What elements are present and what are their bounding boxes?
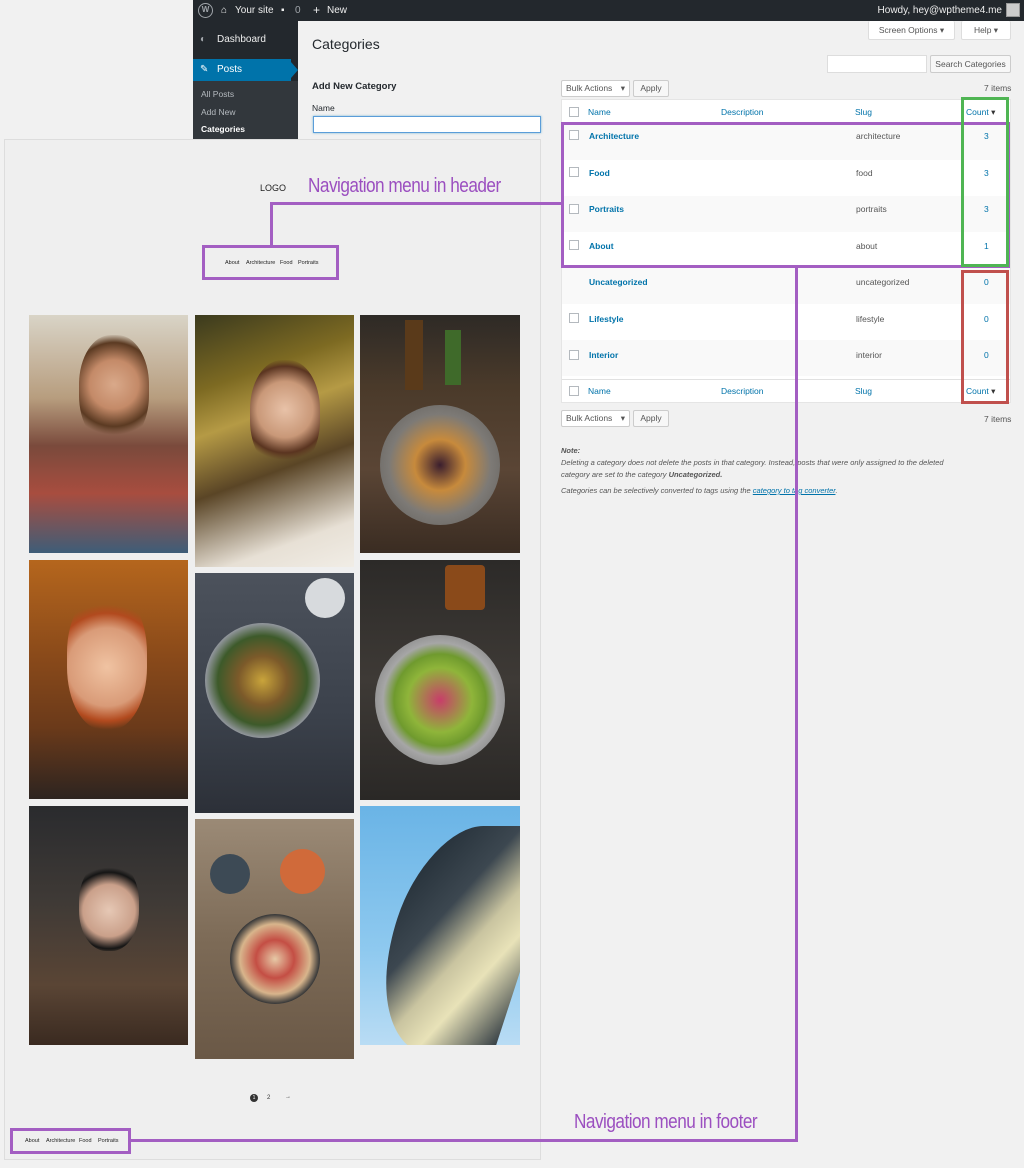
portrait-curly-hair-photo[interactable]: [29, 315, 188, 553]
note-line-2: category are set to the category Uncateg…: [561, 470, 1011, 479]
footer-connector-vertical: [795, 267, 798, 1142]
submenu-all-posts[interactable]: All Posts: [201, 89, 234, 99]
column-name-header[interactable]: Name: [588, 107, 611, 117]
chevron-down-icon: ▾: [620, 413, 625, 423]
admin-sidebar: ◐ Dashboard ✎ Posts All Posts Add New Ca…: [193, 21, 298, 141]
submenu-add-new[interactable]: Add New: [201, 107, 236, 117]
architecture-photo[interactable]: [360, 806, 520, 1045]
pager-current[interactable]: 1: [250, 1094, 258, 1102]
help-label: Help: [973, 25, 992, 35]
category-name[interactable]: Lifestyle: [589, 314, 624, 324]
select-all-checkbox[interactable]: [569, 107, 579, 117]
site-name-link[interactable]: Your site: [235, 0, 274, 21]
select-all-checkbox-bottom[interactable]: [569, 386, 579, 396]
chevron-down-icon: ▾: [620, 83, 625, 93]
bulk-actions-label: Bulk Actions: [566, 83, 613, 93]
column-slug-header[interactable]: Slug: [855, 107, 872, 117]
pushpin-icon: ✎: [200, 64, 209, 75]
note-line-1: Deleting a category does not delete the …: [561, 458, 944, 467]
name-label: Name: [312, 103, 335, 113]
table-header: Name Description Slug Count ▾: [562, 100, 1010, 124]
header-annotation-label: Navigation menu in header: [308, 175, 501, 197]
footer-connector-horizontal: [130, 1139, 798, 1142]
howdy-account[interactable]: Howdy, hey@wptheme4.me: [878, 0, 1002, 21]
category-slug: lifestyle: [856, 314, 885, 324]
plus-icon: +: [313, 3, 321, 17]
pager-next[interactable]: →: [285, 1094, 291, 1100]
portrait-foliage-photo[interactable]: [195, 315, 354, 567]
note-line-3: Categories can be selectively converted …: [561, 486, 1011, 495]
row-checkbox[interactable]: [569, 313, 579, 323]
apply-button-top[interactable]: Apply: [633, 80, 669, 97]
screen-options-button[interactable]: Screen Options ▾: [868, 21, 955, 40]
page-title: Categories: [312, 36, 380, 52]
column-description-header[interactable]: Description: [721, 107, 764, 117]
admin-bar: W ⌂ Your site ▪ 0 + New Howdy, hey@wpthe…: [193, 0, 1024, 21]
nonzero-count-highlight: [961, 97, 1009, 267]
add-new-category-title: Add New Category: [312, 81, 397, 92]
sidebar-item-dashboard[interactable]: ◐ Dashboard: [193, 29, 298, 51]
column-slug-footer[interactable]: Slug: [855, 386, 872, 396]
category-name-input[interactable]: [313, 116, 541, 133]
posts-submenu: All Posts Add New Categories: [193, 81, 298, 141]
food-salad-photo[interactable]: [360, 560, 520, 800]
food-waffle-photo[interactable]: [360, 315, 520, 553]
site-logo[interactable]: LOGO: [260, 183, 286, 193]
footer-menu-highlight: [10, 1128, 131, 1154]
table-row[interactable]: Lifestyle lifestyle 0: [562, 304, 1010, 340]
home-icon: ⌂: [221, 5, 228, 16]
screen-options-label: Screen Options: [878, 25, 938, 35]
column-name-footer[interactable]: Name: [588, 386, 611, 396]
food-table-photo[interactable]: [195, 819, 354, 1059]
menu-categories-highlight: [561, 122, 1010, 268]
footer-annotation-label: Navigation menu in footer: [574, 1111, 758, 1133]
food-platter-photo[interactable]: [195, 573, 354, 813]
current-menu-arrow: [291, 62, 298, 78]
header-connector-vertical: [270, 202, 273, 246]
category-slug: interior: [856, 350, 882, 360]
sidebar-item-label: Dashboard: [217, 34, 266, 45]
note-title: Note:: [561, 446, 581, 455]
apply-button-bottom[interactable]: Apply: [633, 410, 669, 427]
category-name[interactable]: Uncategorized: [589, 277, 648, 287]
note-line-3-text: Categories can be selectively converted …: [561, 486, 753, 495]
category-slug: uncategorized: [856, 277, 910, 287]
portrait-red-hair-photo[interactable]: [29, 560, 188, 799]
submenu-categories[interactable]: Categories: [201, 124, 245, 134]
bulk-actions-label: Bulk Actions: [566, 413, 613, 423]
dashboard-icon: ◐: [200, 34, 207, 45]
comments-count[interactable]: 0: [295, 0, 301, 21]
sidebar-item-label: Posts: [217, 64, 243, 75]
table-row[interactable]: Uncategorized uncategorized 0: [562, 268, 1010, 304]
new-link[interactable]: New: [327, 0, 347, 21]
search-categories-input[interactable]: [827, 55, 927, 73]
portrait-dark-hair-photo[interactable]: [29, 806, 188, 1045]
bulk-actions-select-top[interactable]: Bulk Actions ▾: [561, 80, 630, 97]
avatar[interactable]: [1006, 3, 1020, 17]
table-row[interactable]: Interior interior 0: [562, 340, 1010, 376]
comments-icon[interactable]: ▪: [281, 0, 285, 21]
help-button[interactable]: Help ▾: [961, 21, 1011, 40]
note-line-2-text: category are set to the category: [561, 470, 669, 479]
row-checkbox[interactable]: [569, 350, 579, 360]
header-menu-highlight: [202, 245, 339, 280]
header-connector-horizontal: [270, 202, 561, 205]
table-footer: Name Description Slug Count ▾: [562, 380, 1010, 402]
column-description-footer[interactable]: Description: [721, 386, 764, 396]
zero-count-highlight: [961, 270, 1009, 404]
bulk-actions-select-bottom[interactable]: Bulk Actions ▾: [561, 410, 630, 427]
items-count-bottom: 7 items: [984, 414, 1012, 424]
pager-page-2[interactable]: 2: [267, 1095, 270, 1101]
note-line-3-suffix: .: [835, 486, 838, 495]
search-categories-button[interactable]: Search Categories: [930, 55, 1011, 73]
note-uncategorized: Uncategorized.: [668, 470, 723, 479]
category-name[interactable]: Interior: [589, 350, 618, 360]
sidebar-item-posts[interactable]: ✎ Posts: [193, 59, 291, 81]
items-count-top: 7 items: [984, 83, 1012, 93]
wordpress-logo-icon[interactable]: W: [198, 3, 213, 18]
